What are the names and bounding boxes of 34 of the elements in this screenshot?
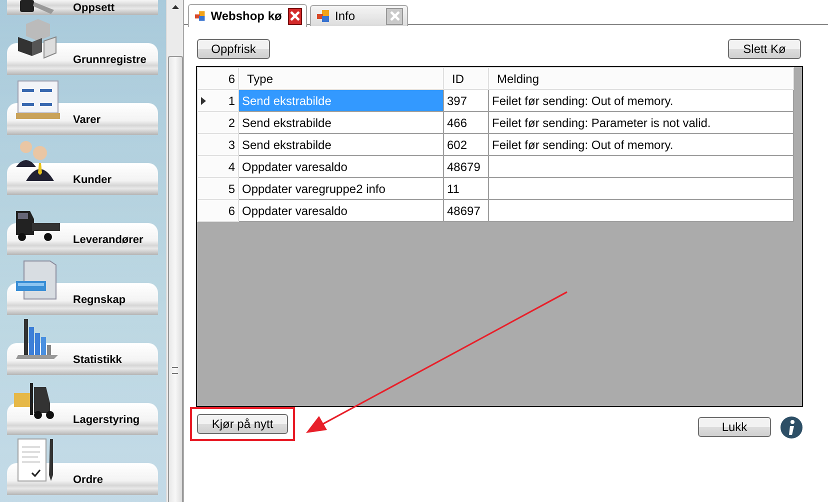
- table-cell[interactable]: 602: [444, 134, 488, 156]
- table-cell[interactable]: 11: [444, 178, 488, 200]
- table-cell[interactable]: 48697: [444, 200, 488, 222]
- table-cell[interactable]: 48679: [444, 156, 488, 178]
- close-button[interactable]: Lukk: [698, 417, 771, 437]
- retry-button[interactable]: Kjør på nytt: [197, 414, 288, 434]
- table-cell[interactable]: Feilet før sending: Parameter is not valid.: [488, 112, 794, 134]
- table-cell[interactable]: Feilet før sending: Out of memory.: [488, 90, 794, 112]
- nav-button[interactable]: Statistikk: [7, 343, 158, 375]
- table-cell[interactable]: 397: [444, 90, 488, 112]
- row-number: 5: [228, 182, 235, 196]
- tab[interactable]: Info: [310, 5, 408, 26]
- tab[interactable]: Webshop kø: [188, 4, 307, 27]
- table-cell[interactable]: Oppdater varesaldo: [238, 200, 444, 222]
- table-cell[interactable]: Send ekstrabilde: [238, 112, 444, 134]
- nav-button[interactable]: Lagerstyring: [7, 403, 158, 435]
- column-header[interactable]: Type: [238, 68, 444, 90]
- row-number: 4: [228, 160, 235, 174]
- column-header[interactable]: Melding: [488, 68, 794, 90]
- row-number: 2: [228, 116, 235, 130]
- nav-button[interactable]: Grunnregistre: [7, 43, 158, 75]
- table-cell[interactable]: Oppdater varegruppe2 info: [238, 178, 444, 200]
- refresh-button[interactable]: Oppfrisk: [197, 39, 270, 59]
- row-number: 1: [228, 94, 235, 108]
- clear-queue-button[interactable]: Slett Kø: [728, 39, 801, 59]
- table-cell[interactable]: Send ekstrabilde: [238, 134, 444, 156]
- table-cell[interactable]: Feilet før sending: Out of memory.: [488, 134, 794, 156]
- nav-button[interactable]: Kunder: [7, 163, 158, 195]
- row-number: 3: [228, 138, 235, 152]
- row-number: 6: [228, 204, 235, 218]
- column-header[interactable]: ID: [444, 68, 488, 90]
- table-cell[interactable]: 466: [444, 112, 488, 134]
- row-count: 6: [198, 68, 238, 90]
- table-cell[interactable]: Oppdater varesaldo: [238, 156, 444, 178]
